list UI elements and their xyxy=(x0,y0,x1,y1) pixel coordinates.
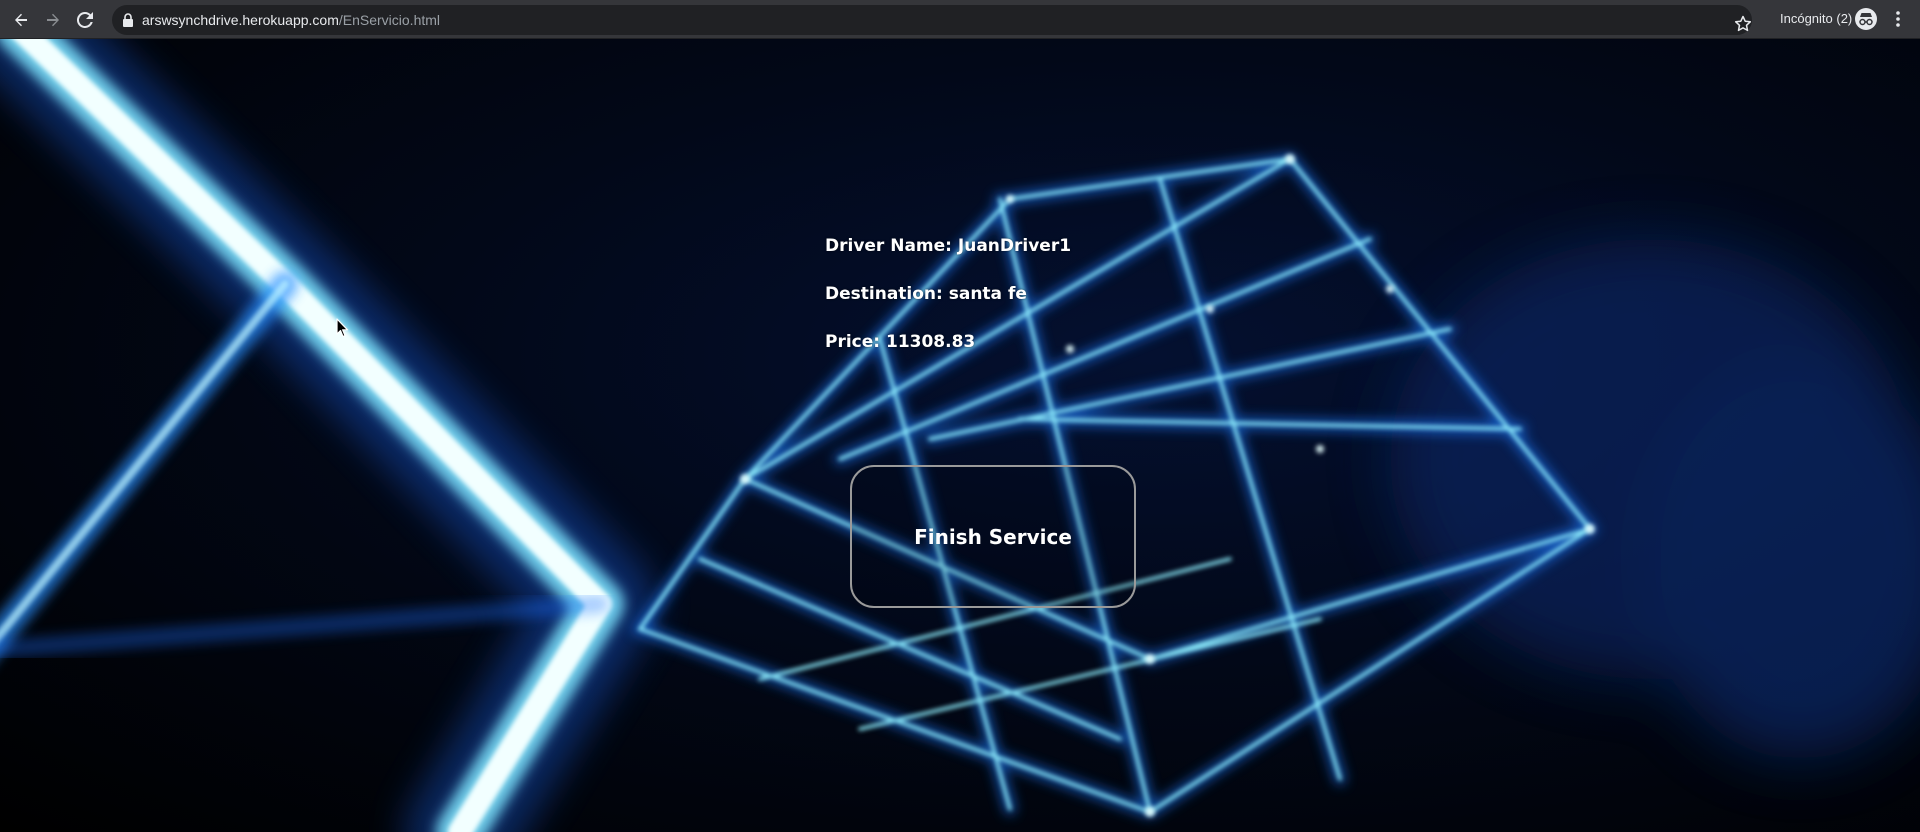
glowing-cube-background xyxy=(0,39,1920,832)
address-bar[interactable]: arswsynchdrive.herokuapp.com/EnServicio.… xyxy=(112,5,1752,35)
browser-toolbar: arswsynchdrive.herokuapp.com/EnServicio.… xyxy=(0,0,1920,39)
url-path: /EnServicio.html xyxy=(338,12,441,28)
mouse-cursor-icon xyxy=(336,318,349,338)
url-host: arswsynchdrive.herokuapp.com xyxy=(142,12,339,28)
driver-name-text: Driver Name: JuanDriver1 xyxy=(825,236,1072,256)
arrow-right-icon xyxy=(47,13,59,27)
incognito-icon[interactable] xyxy=(1855,8,1877,30)
finish-service-button[interactable]: Finish Service xyxy=(850,465,1136,608)
lock-icon xyxy=(123,13,133,27)
arrow-left-icon xyxy=(15,13,27,27)
reload-button[interactable] xyxy=(72,7,98,33)
star-icon[interactable] xyxy=(1733,14,1753,34)
forward-button[interactable] xyxy=(40,7,66,33)
reload-icon xyxy=(77,12,93,28)
back-button[interactable] xyxy=(8,7,34,33)
incognito-label[interactable]: Incógnito (2) xyxy=(1780,11,1852,27)
url-text[interactable]: arswsynchdrive.herokuapp.com/EnServicio.… xyxy=(142,12,440,28)
kebab-menu-icon[interactable] xyxy=(1888,8,1908,30)
page-content: Driver Name: JuanDriver1 Destination: sa… xyxy=(0,39,1920,832)
price-text: Price: 11308.83 xyxy=(825,332,976,352)
destination-text: Destination: santa fe xyxy=(825,284,1027,304)
